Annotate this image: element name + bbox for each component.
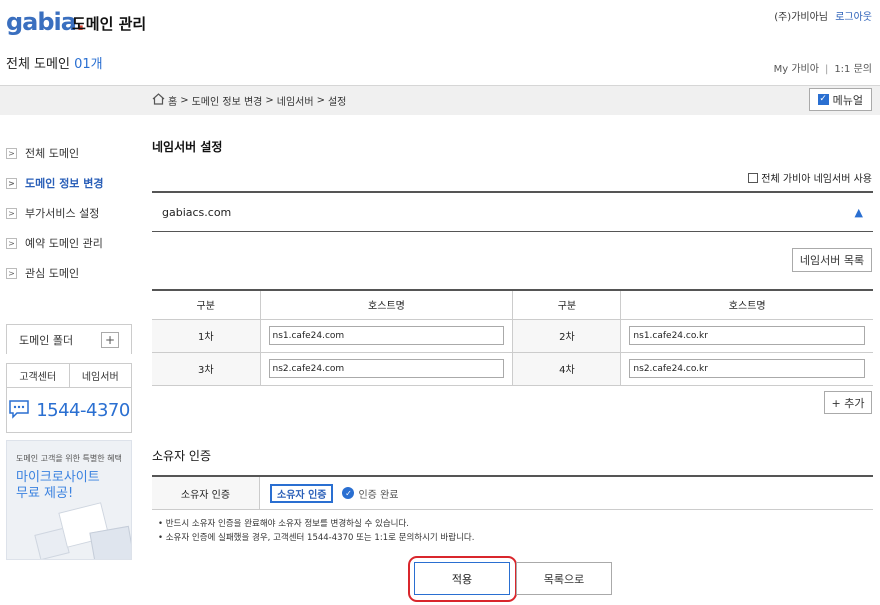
breadcrumb-home[interactable]: 홈 [168,93,177,108]
domain-folder: 도메인 폴더 + [6,324,132,354]
check-circle-icon: ✓ [342,487,355,499]
sidebar-item-all-domains[interactable]: > 전체 도메인 [6,138,132,168]
banner-subtitle: 도메인 고객을 위한 특별한 혜택 [16,454,122,463]
sidebar-nav: > 전체 도메인 > 도메인 정보 변경 > 부가서비스 설정 > 예약 도메인 관리 … [6,138,132,288]
cs-tabs: 고객센터 네임서버 [7,364,131,388]
chevron-right-icon: > [6,267,17,279]
all-gabia-nameserver-toggle[interactable]: 전체 가비아 네임서버 사용 [748,170,872,185]
owner-notes: • 반드시 소유자 인증을 완료해야 소유자 정보를 변경하실 수 있습니다. … [158,517,474,545]
total-count: 01개 [74,57,103,72]
phone-number: 1544-4370 [36,399,130,421]
util-separator: | [824,64,829,75]
manual-button[interactable]: ✓ 메뉴얼 [808,88,872,111]
header-category: 구분 [152,290,261,320]
total-label: 전체 도메인 [6,57,70,72]
home-icon[interactable] [152,93,165,108]
ns-cell [259,351,514,386]
manual-label: 메뉴얼 [832,93,863,107]
breadcrumb-settings: 설정 [327,97,347,108]
note-item: • 소유자 인증에 실패했을 경우, 고객센터 1544-4370 또는 1:1… [158,533,475,543]
tab-nameserver[interactable]: 네임서버 [68,364,132,387]
sidebar-item-watch-domains[interactable]: > 관심 도메인 [6,258,132,288]
chat-icon [8,399,30,422]
table-header-row: 구분 호스트명 구분 호스트명 [152,290,873,320]
banner-title: 마이크로사이트 무료 제공! [16,470,100,502]
chevron-right-icon: > [6,177,17,189]
ns-label: 4차 [512,351,622,386]
header-hostname: 호스트명 [620,290,873,320]
ns1-input[interactable] [268,326,505,345]
banner-line1: 마이크로사이트 [16,470,100,485]
sidebar-item-label: 관심 도메인 [25,267,80,280]
owner-status-text: 인증 완료 [358,489,399,501]
owner-status: ✓ 인증 완료 [342,486,398,501]
section-title-nameserver: 네임서버 설정 [152,140,223,154]
logo-text: gabia [6,8,77,36]
ns2-input[interactable] [629,326,865,345]
top-bar [0,85,880,115]
add-nameserver-button[interactable]: + 추가 [824,391,872,414]
collapse-arrow-icon[interactable]: ▲ [855,206,863,219]
table-row: 3차 4차 [152,351,873,386]
breadcrumb: 홈 > 도메인 정보 변경 > 네임서버 > 설정 [152,93,346,108]
header-category: 구분 [512,290,622,320]
nameserver-list-button[interactable]: 네임서버 목록 [792,248,872,272]
section-title-owner: 소유자 인증 [152,449,212,463]
chevron-right-icon: > [6,147,17,159]
company-name: (주)가비아님 [774,12,828,23]
add-folder-icon[interactable]: + [101,331,119,348]
owner-verification-row: 소유자 인증 소유자 인증 ✓ 인증 완료 [152,475,873,510]
logout-link[interactable]: 로그아웃 [835,12,872,23]
sidebar-item-reserved-domains[interactable]: > 예약 도메인 관리 [6,228,132,258]
breadcrumb-domain-info[interactable]: 도메인 정보 변경 [192,93,263,108]
customer-center-box: 고객센터 네임서버 1544-4370 [6,363,132,433]
owner-verify-button[interactable]: 소유자 인증 [270,483,334,503]
cs-phone: 1544-4370 [7,388,131,432]
ns3-input[interactable] [268,359,505,378]
check-icon: ✓ [817,94,829,105]
table-row: 1차 2차 [152,318,873,353]
sidebar-item-label: 도메인 정보 변경 [25,177,104,190]
microsite-banner[interactable]: 도메인 고객을 위한 특별한 혜택 마이크로사이트 무료 제공! [6,440,132,560]
app-title: 도메인 관리 [72,15,147,33]
all-gabia-label: 전체 가비아 네임서버 사용 [761,174,872,185]
chevron-right-icon: > [6,207,17,219]
ns-cell [620,318,873,353]
my-gabia-link[interactable]: My 가비아 [774,64,819,75]
sidebar-item-label: 예약 도메인 관리 [25,237,103,250]
domain-name: gabiacs.com [162,205,232,219]
user-info: (주)가비아님 로그아웃 [774,8,872,23]
total-domains: 전체 도메인 01개 [6,53,103,72]
breadcrumb-nameserver[interactable]: 네임서버 [277,93,314,108]
apply-button[interactable]: 적용 [414,562,510,595]
ns-label: 1차 [152,318,261,353]
tab-customer-center[interactable]: 고객센터 [7,364,69,387]
sidebar-item-label: 부가서비스 설정 [25,207,100,220]
checkbox[interactable] [748,172,759,183]
banner-decoration [89,525,131,559]
ns-cell [259,318,514,353]
note-item: • 반드시 소유자 인증을 완료해야 소유자 정보를 변경하실 수 있습니다. [158,519,409,529]
ns-cell [620,351,873,386]
header-hostname: 호스트명 [259,290,514,320]
inquiry-link[interactable]: 1:1 문의 [834,64,872,75]
nameserver-table: 구분 호스트명 구분 호스트명 1차 2차 3차 4차 [152,289,873,386]
banner-line2: 무료 제공! [16,486,74,501]
sidebar-item-addon-services[interactable]: > 부가서비스 설정 [6,198,132,228]
sidebar-item-label: 전체 도메인 [25,147,80,160]
ns4-input[interactable] [629,359,865,378]
util-links: My 가비아 | 1:1 문의 [774,60,872,75]
ns-label: 2차 [512,318,622,353]
domain-row[interactable]: gabiacs.com ▲ [152,191,873,232]
chevron-right-icon: > [6,237,17,249]
sidebar-item-domain-info[interactable]: > 도메인 정보 변경 [6,168,132,198]
folder-label: 도메인 폴더 [19,333,74,347]
ns-label: 3차 [152,351,261,386]
back-to-list-button[interactable]: 목록으로 [516,562,612,595]
owner-row-label: 소유자 인증 [152,477,260,509]
